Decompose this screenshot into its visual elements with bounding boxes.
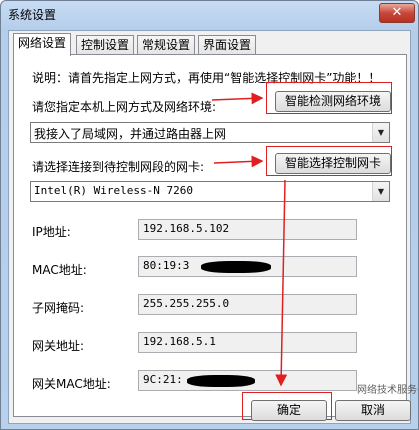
annotation-arrows xyxy=(211,92,288,387)
arrow-to-detect-button xyxy=(211,92,264,105)
arrow-to-ok-button xyxy=(275,179,288,387)
cancel-button[interactable]: 取消 xyxy=(335,400,411,421)
ok-button[interactable]: 确定 xyxy=(251,400,327,421)
tab-network-settings[interactable]: 网络设置 xyxy=(13,33,72,56)
watermark-text: 网络技术服务谷 xyxy=(357,385,418,396)
arrow-to-select-nic-button xyxy=(213,155,264,168)
